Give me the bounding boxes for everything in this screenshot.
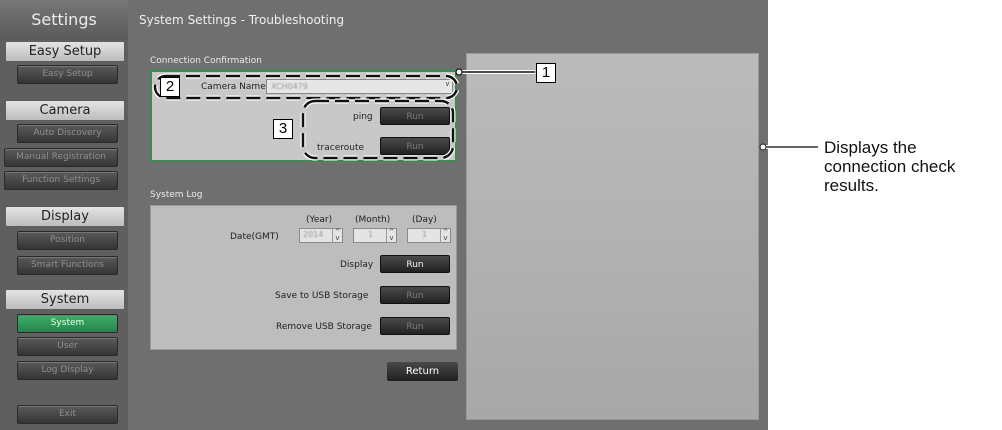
result-note-dot (759, 143, 767, 151)
callout-1-dot (455, 68, 463, 76)
callout-1-number: 1 (536, 63, 556, 83)
callout-3-outline (300, 98, 456, 161)
callout-3-number: 3 (273, 119, 293, 139)
callout-2-outline (152, 73, 460, 101)
callout-2-number: 2 (160, 77, 180, 97)
annotation-overlay (152, 68, 818, 161)
result-note: Displays the connection check results. (824, 138, 956, 195)
callout-2-outline-dark (153, 74, 459, 100)
callout-3-outline-dark (301, 99, 455, 160)
